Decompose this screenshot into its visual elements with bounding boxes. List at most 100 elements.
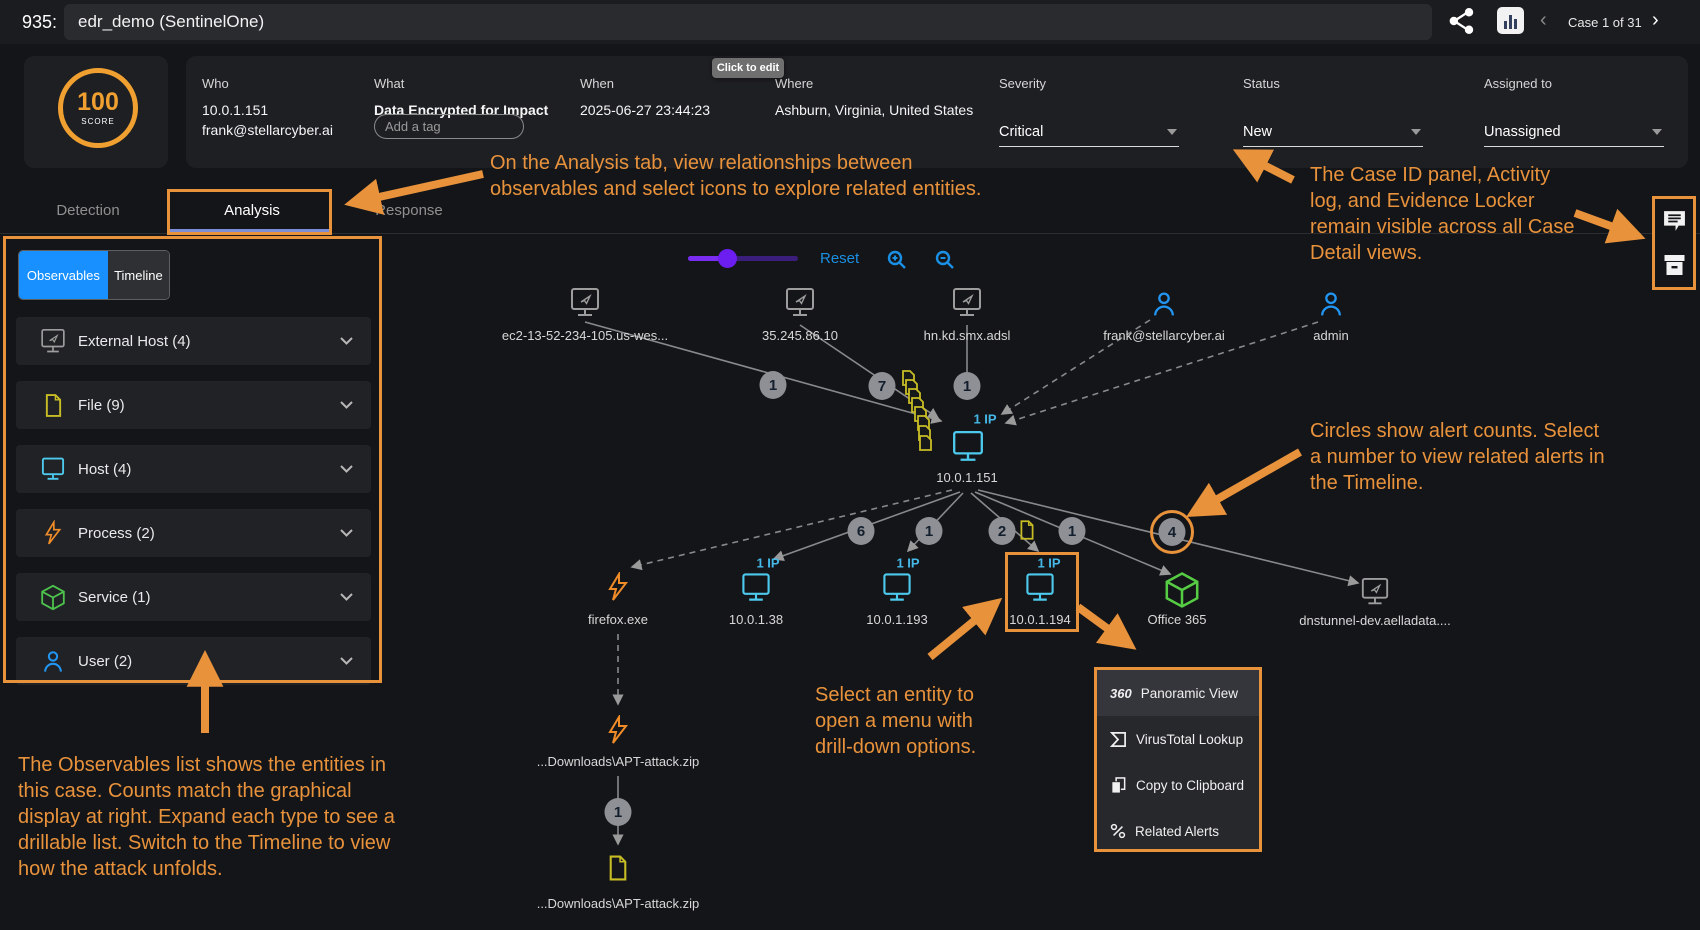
copy-icon [1110, 777, 1127, 794]
ip-badge: 1 IP [896, 556, 919, 571]
assigned-value: Unassigned [1484, 120, 1664, 144]
entity-context-menu: 360 Panoramic View VirusTotal Lookup Cop… [1094, 667, 1262, 852]
alert-count-bubble[interactable]: 7 [869, 372, 896, 400]
menu-item-copy-to-clipboard[interactable]: Copy to Clipboard [1097, 762, 1259, 808]
menu-item-label: Panoramic View [1141, 686, 1238, 701]
node-label-center-host[interactable]: 10.0.1.151 [936, 470, 997, 485]
what-label: What [374, 76, 548, 91]
case-detail-page: 935: ‹ Case 1 of 31 › 100 SCORE Click to… [0, 0, 1700, 930]
who-ip: 10.0.1.151 [202, 102, 333, 118]
external-host-icon[interactable] [949, 287, 985, 319]
process-icon[interactable] [606, 572, 630, 602]
host-icon[interactable] [738, 573, 774, 604]
status-select[interactable]: New [1243, 120, 1423, 147]
external-host-icon[interactable] [1358, 577, 1392, 607]
node-label-hn[interactable]: hn.kd.smx.adsl [924, 328, 1011, 343]
severity-select[interactable]: Critical [999, 120, 1179, 147]
reset-zoom-button[interactable]: Reset [820, 250, 859, 267]
status-value: New [1243, 120, 1423, 144]
case-title-input[interactable] [64, 4, 1432, 40]
evidence-locker-icon[interactable] [1662, 254, 1687, 276]
menu-item-virustotal-lookup[interactable]: VirusTotal Lookup [1097, 716, 1259, 762]
prev-case-icon[interactable]: ‹ [1540, 10, 1547, 30]
user-icon[interactable] [1318, 291, 1345, 318]
add-tag-input[interactable] [374, 114, 524, 139]
external-host-icon[interactable] [567, 287, 603, 319]
alert-count-bubble[interactable]: 1 [916, 517, 943, 545]
alert-count-bubble[interactable]: 1 [1059, 517, 1086, 545]
node-label-admin[interactable]: admin [1313, 328, 1348, 343]
node-label-35-245[interactable]: 35.245.86.10 [762, 328, 838, 343]
alert-count-bubble[interactable]: 6 [848, 517, 875, 545]
external-host-icon[interactable] [782, 287, 818, 319]
annotation-box-observables-panel [3, 236, 382, 683]
related-alerts-icon [1110, 823, 1126, 839]
score-value: 100 [77, 90, 119, 115]
node-label-office-365[interactable]: Office 365 [1147, 612, 1206, 627]
node-label-firefox[interactable]: firefox.exe [588, 612, 648, 627]
who-user: frank@stellarcyber.ai [202, 122, 333, 138]
virustotal-icon [1110, 731, 1127, 748]
node-label-zip-process[interactable]: ...Downloads\APT-attack.zip [537, 754, 700, 769]
score-label: SCORE [81, 117, 114, 126]
node-label-10-0-1-193[interactable]: 10.0.1.193 [866, 612, 927, 627]
ip-badge: 1 IP [973, 412, 996, 427]
next-case-icon[interactable]: › [1652, 10, 1659, 30]
file-stack-icon[interactable] [895, 370, 941, 465]
node-label-frank[interactable]: frank@stellarcyber.ai [1103, 328, 1225, 343]
ip-badge: 1 IP [756, 556, 779, 571]
chevron-down-icon [1167, 129, 1177, 135]
who-label: Who [202, 76, 333, 91]
360-icon: 360 [1110, 686, 1132, 701]
file-icon [1019, 520, 1035, 540]
annotation-analysis-tab: On the Analysis tab, view relationships … [490, 150, 1012, 202]
bar-chart-icon[interactable] [1497, 7, 1524, 34]
when-value: 2025-06-27 23:44:23 [580, 102, 710, 118]
host-icon[interactable] [948, 430, 988, 464]
annotation-case-id-panel: The Case ID panel, Activity log, and Evi… [1310, 162, 1582, 266]
process-icon[interactable] [606, 715, 630, 745]
chevron-down-icon [1652, 129, 1662, 135]
annotation-alert-counts: Circles show alert counts. Select a numb… [1310, 418, 1615, 496]
field-who: Who 10.0.1.151 frank@stellarcyber.ai [202, 76, 333, 138]
zoom-in-icon[interactable] [886, 249, 908, 271]
where-value: Ashburn, Virginia, United States [775, 102, 973, 118]
node-label-10-0-1-38[interactable]: 10.0.1.38 [729, 612, 783, 627]
zoom-slider-handle[interactable] [718, 249, 737, 268]
alert-count-bubble[interactable]: 2 [989, 517, 1016, 545]
score-ring: 100 SCORE [58, 68, 138, 148]
assigned-select[interactable]: Unassigned [1484, 120, 1664, 147]
click-to-edit-tooltip: Click to edit [712, 58, 784, 78]
file-icon[interactable] [608, 856, 629, 881]
host-icon[interactable] [879, 573, 915, 604]
node-label-zip-file[interactable]: ...Downloads\APT-attack.zip [537, 896, 700, 911]
menu-item-label: Copy to Clipboard [1136, 778, 1244, 793]
tab-detection[interactable]: Detection [56, 202, 119, 219]
zoom-out-icon[interactable] [934, 249, 956, 271]
share-icon[interactable] [1448, 7, 1476, 35]
field-where: Where Ashburn, Virginia, United States [775, 76, 973, 118]
severity-value: Critical [999, 120, 1179, 144]
menu-item-related-alerts[interactable]: Related Alerts [1097, 808, 1259, 854]
tab-response[interactable]: Response [375, 202, 443, 219]
user-icon[interactable] [1151, 291, 1178, 318]
annotation-ring-alert-count [1150, 510, 1194, 554]
field-what: What Data Encrypted for Impact [374, 76, 548, 118]
case-number: 935: [22, 12, 57, 33]
annotation-observables-list: The Observables list shows the entities … [18, 752, 416, 882]
case-side-toolbar [1652, 196, 1696, 290]
alert-count-bubble[interactable]: 1 [760, 371, 787, 399]
alert-count-bubble[interactable]: 1 [605, 798, 632, 826]
status-label: Status [1243, 76, 1280, 91]
service-icon[interactable] [1164, 571, 1200, 609]
node-label-ec2[interactable]: ec2-13-52-234-105.us-wes... [502, 328, 668, 343]
when-label: When [580, 76, 710, 91]
case-pagination: Case 1 of 31 [1568, 15, 1642, 30]
node-label-dnstunnel[interactable]: dnstunnel-dev.aelladata.... [1299, 613, 1451, 628]
alert-count-bubble[interactable]: 1 [954, 372, 981, 400]
activity-log-icon[interactable] [1662, 210, 1687, 233]
chevron-down-icon [1411, 129, 1421, 135]
menu-item-panoramic-view[interactable]: 360 Panoramic View [1097, 670, 1259, 716]
assigned-label: Assigned to [1484, 76, 1552, 91]
annotation-box-analysis-tab [167, 189, 332, 235]
